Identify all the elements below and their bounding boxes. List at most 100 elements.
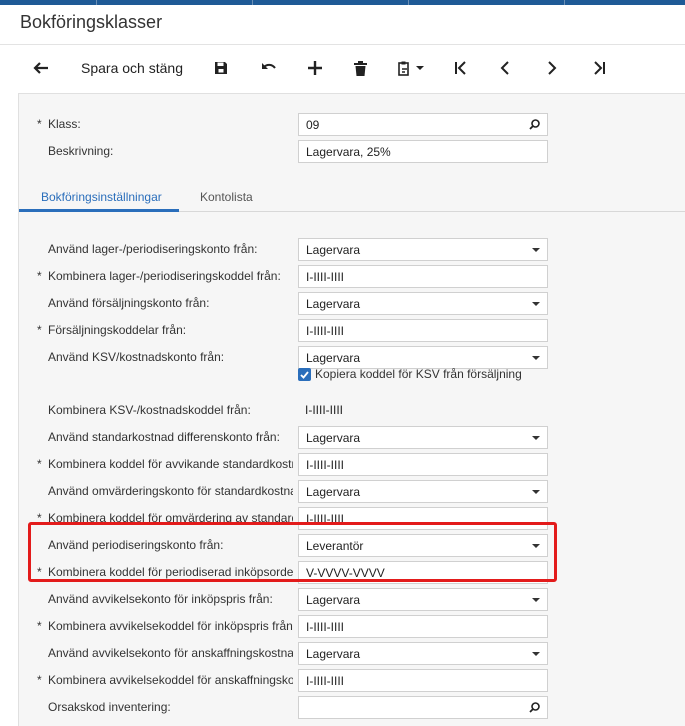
field-value: I-IIII-IIII — [306, 269, 344, 284]
field-label: Orsakskod inventering: — [48, 700, 171, 714]
clipboard-menu-button[interactable] — [391, 55, 431, 81]
first-page-icon — [455, 61, 466, 75]
field-input[interactable]: I-IIII-IIII — [298, 319, 548, 342]
checkmark-icon — [300, 370, 309, 379]
back-button[interactable] — [28, 55, 54, 81]
undo-icon — [262, 63, 276, 69]
field-value: Lagervara — [306, 592, 361, 607]
field-label: Kombinera lager-/periodiseringskoddel fr… — [48, 269, 281, 283]
field-select[interactable]: Lagervara — [298, 642, 548, 665]
save-close-button[interactable]: Spara och stäng — [72, 55, 192, 81]
field-value: Lagervara — [306, 350, 361, 365]
field-input[interactable]: I-IIII-IIII — [298, 265, 548, 288]
field-select[interactable]: Lagervara — [298, 346, 548, 369]
field-value: I-IIII-IIII — [305, 403, 343, 417]
field-select[interactable]: Lagervara — [298, 426, 548, 449]
field-value: I-IIII-IIII — [306, 457, 344, 472]
class-label: Klass: — [48, 117, 81, 131]
field-input[interactable]: I-IIII-IIII — [298, 669, 548, 692]
highlight-box — [28, 522, 557, 582]
trash-icon — [353, 60, 367, 76]
top-bar-divider — [408, 0, 409, 5]
chevron-down-icon[interactable] — [532, 651, 540, 656]
caret-down-icon — [415, 66, 424, 70]
field-label: Använd standarkostnad differenskonto frå… — [48, 430, 280, 444]
chevron-down-icon[interactable] — [532, 301, 540, 306]
field-value: I-IIII-IIII — [306, 619, 344, 634]
required-marker: * — [37, 269, 42, 283]
class-value: 09 — [306, 117, 320, 132]
field-label: Kombinera KSV-/kostnadskoddel från: — [48, 403, 251, 417]
last-record-button[interactable] — [586, 55, 612, 81]
field-value: Lagervara — [306, 646, 361, 661]
field-select[interactable]: Lagervara — [298, 292, 548, 315]
last-page-icon — [594, 61, 605, 75]
page-title: Bokföringsklasser — [20, 12, 163, 32]
field-label: Använd avvikelsekonto för anskaffningsko… — [48, 646, 293, 660]
field-select[interactable]: Lagervara — [298, 238, 548, 261]
field-lookup[interactable] — [298, 696, 548, 719]
required-marker: * — [37, 619, 42, 633]
tab-account-list[interactable]: Kontolista — [200, 190, 253, 204]
field-select[interactable]: Lagervara — [298, 480, 548, 503]
title-divider — [0, 44, 685, 45]
form-panel: * Klass: 09 Beskrivning: Lagervara, 25% … — [18, 93, 685, 726]
chevron-down-icon[interactable] — [532, 355, 540, 360]
field-label: Använd omvärderingskonto för standardkos… — [48, 484, 293, 498]
field-value: Lagervara — [306, 484, 361, 499]
field-label: Försäljningskoddelar från: — [48, 323, 187, 337]
top-bar-divider — [252, 0, 253, 5]
toolbar: Spara och stäng — [0, 46, 685, 90]
field-label: Kombinera avvikelsekoddel för inköpspris… — [48, 619, 293, 633]
field-label: Kombinera avvikelsekoddel för anskaffnin… — [48, 673, 293, 687]
field-value: I-IIII-IIII — [306, 323, 344, 338]
field-value: Lagervara — [306, 242, 361, 257]
required-marker: * — [37, 323, 42, 337]
top-bar-divider — [564, 0, 565, 5]
chevron-down-icon[interactable] — [532, 597, 540, 602]
field-value: Lagervara — [306, 430, 361, 445]
tab-posting-settings[interactable]: Bokföringsinställningar — [41, 190, 162, 204]
top-bar — [0, 0, 685, 5]
field-input[interactable]: I-IIII-IIII — [298, 615, 548, 638]
copy-subaccount-checkbox[interactable] — [298, 368, 311, 381]
field-label: Använd avvikelsekonto för inköpspris frå… — [48, 592, 273, 606]
field-value: I-IIII-IIII — [306, 673, 344, 688]
field-select[interactable]: Lagervara — [298, 588, 548, 611]
top-bar-divider — [96, 0, 97, 5]
delete-button[interactable] — [347, 55, 373, 81]
undo-button[interactable] — [256, 55, 282, 81]
chevron-right-icon — [548, 61, 557, 75]
arrow-left-icon — [33, 62, 48, 74]
required-marker: * — [37, 673, 42, 687]
floppy-disk-icon — [215, 62, 227, 74]
field-value: Lagervara — [306, 296, 361, 311]
next-record-button[interactable] — [539, 55, 565, 81]
description-label: Beskrivning: — [48, 144, 114, 158]
plus-icon — [308, 61, 322, 75]
required-marker: * — [37, 117, 42, 131]
chevron-down-icon[interactable] — [532, 247, 540, 252]
chevron-left-icon — [500, 61, 509, 75]
description-value: Lagervara, 25% — [306, 144, 391, 159]
field-label: Använd lager-/periodiseringskonto från: — [48, 242, 258, 256]
chevron-down-icon[interactable] — [532, 489, 540, 494]
search-icon[interactable] — [529, 702, 540, 713]
clipboard-icon — [397, 61, 409, 76]
previous-record-button[interactable] — [492, 55, 518, 81]
field-label: Använd försäljningskonto från: — [48, 296, 210, 310]
description-input[interactable]: Lagervara, 25% — [298, 140, 548, 163]
required-marker: * — [37, 457, 42, 471]
field-input[interactable]: I-IIII-IIII — [298, 453, 548, 476]
add-button[interactable] — [302, 55, 328, 81]
field-label: Kombinera koddel för avvikande standardk… — [48, 457, 293, 471]
first-record-button[interactable] — [448, 55, 474, 81]
search-icon[interactable] — [529, 119, 540, 130]
active-tab-indicator — [19, 209, 179, 212]
chevron-down-icon[interactable] — [532, 435, 540, 440]
class-lookup[interactable]: 09 — [298, 113, 548, 136]
field-label: Använd KSV/kostnadskonto från: — [48, 350, 225, 364]
save-button[interactable] — [208, 55, 234, 81]
copy-subaccount-label: Kopiera koddel för KSV från försäljning — [315, 367, 522, 381]
save-close-label: Spara och stäng — [81, 60, 183, 76]
